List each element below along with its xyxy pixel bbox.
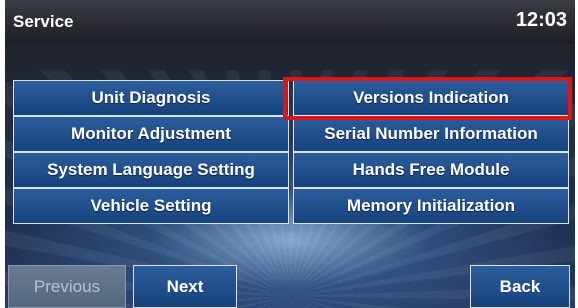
- hands-free-module-button[interactable]: Hands Free Module: [293, 152, 569, 188]
- page-title: Service: [13, 12, 74, 31]
- system-language-setting-button[interactable]: System Language Setting: [13, 152, 289, 188]
- unit-diagnosis-button[interactable]: Unit Diagnosis: [13, 80, 289, 116]
- highlight-annotation-box: [283, 77, 572, 120]
- title-bar: Service 12:03: [5, 0, 575, 44]
- clock: 12:03: [515, 9, 567, 31]
- service-screen: Service 12:03 Unit Diagnosis Versions In…: [5, 0, 575, 308]
- vehicle-setting-button[interactable]: Vehicle Setting: [13, 188, 289, 224]
- memory-initialization-button[interactable]: Memory Initialization: [293, 188, 569, 224]
- monitor-adjustment-button[interactable]: Monitor Adjustment: [13, 116, 289, 152]
- previous-button: Previous: [8, 265, 126, 308]
- next-button[interactable]: Next: [133, 265, 237, 308]
- back-button[interactable]: Back: [470, 265, 570, 308]
- serial-number-information-button[interactable]: Serial Number Information: [293, 116, 569, 152]
